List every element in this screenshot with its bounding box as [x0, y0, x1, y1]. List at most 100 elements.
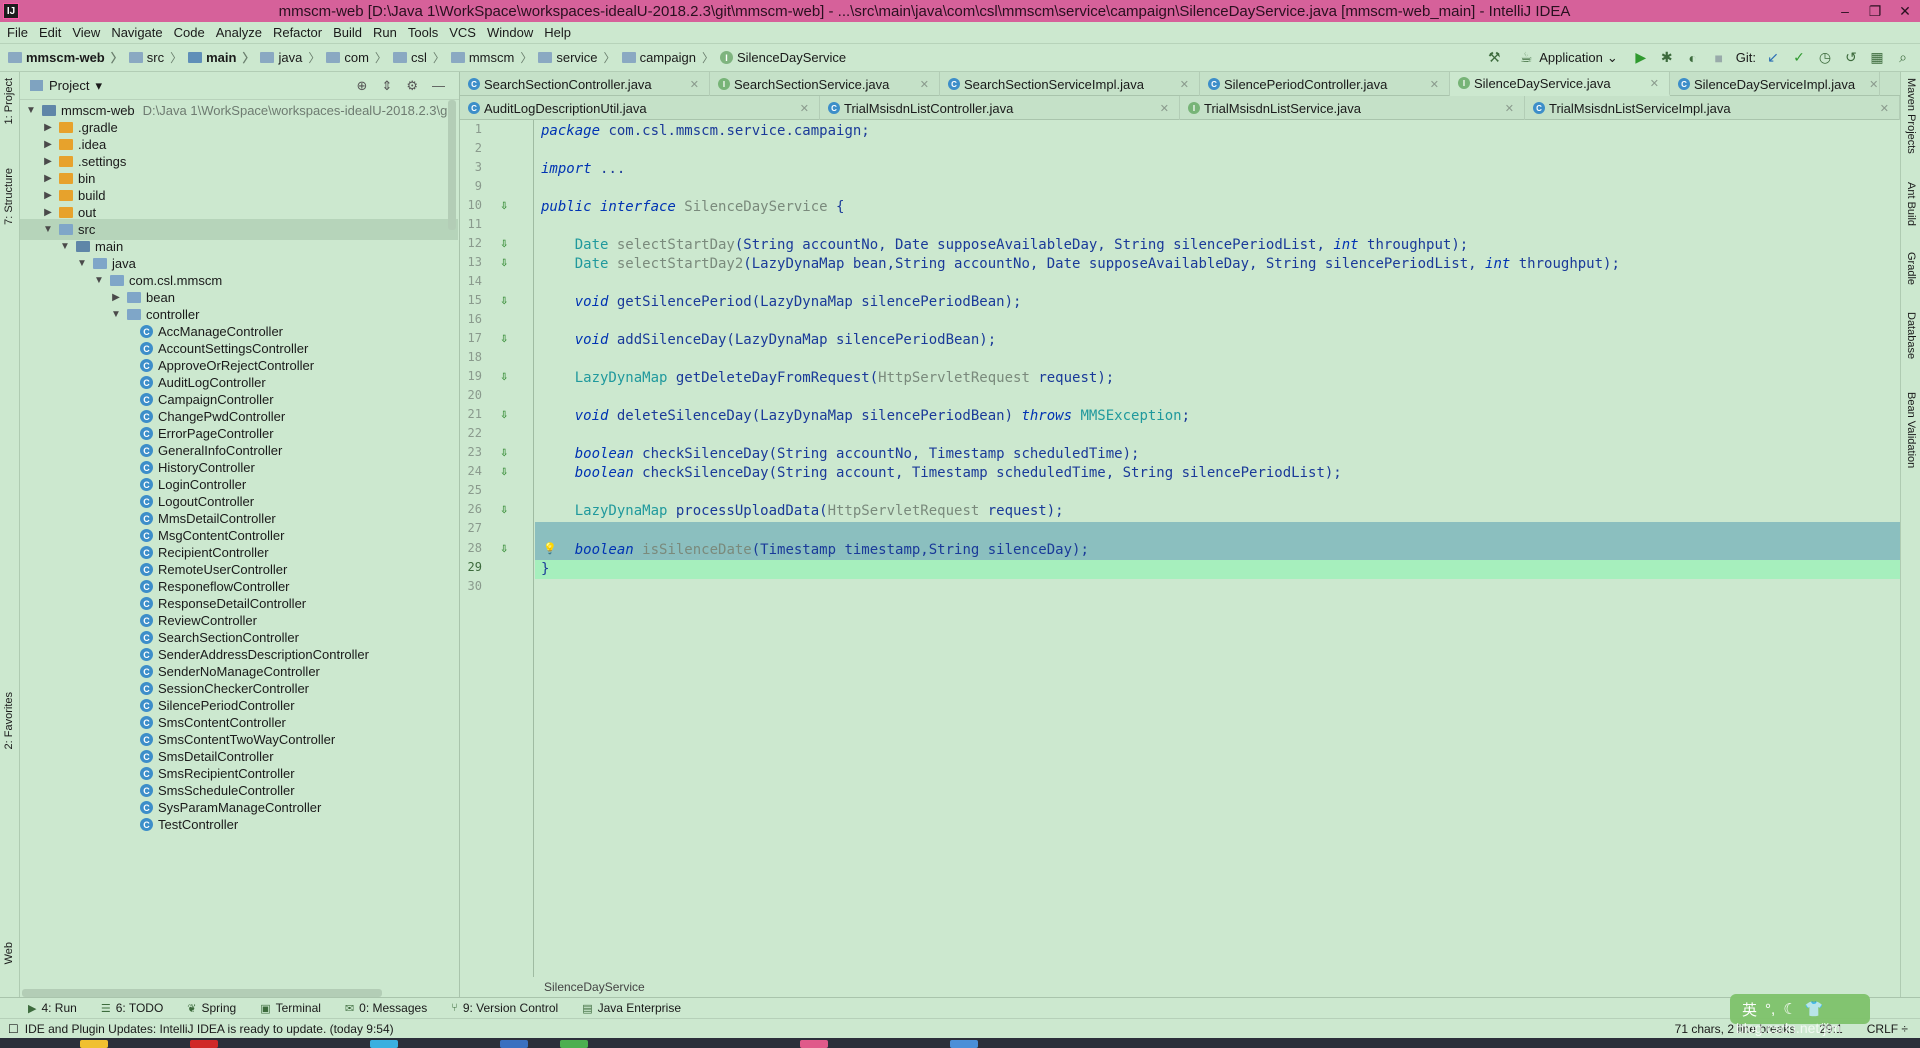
menu-navigate[interactable]: Navigate: [108, 25, 170, 40]
hide-icon[interactable]: —: [432, 78, 445, 94]
tab-silencedayservice-java[interactable]: I SilenceDayService.java ✕: [1450, 72, 1670, 96]
editor-breadcrumb-footer[interactable]: SilenceDayService: [460, 977, 1900, 997]
web-tool-button[interactable]: Web: [3, 942, 15, 964]
breadcrumb-item-csl[interactable]: csl 〉: [392, 49, 451, 66]
run-config-selector[interactable]: ☕ Application ⌄: [1511, 49, 1624, 67]
close-icon[interactable]: ✕: [906, 78, 929, 91]
tab-silencedayserviceimpl-java[interactable]: C SilenceDayServiceImpl.java ✕: [1670, 72, 1880, 96]
tab-silenceperiodcontroller-java[interactable]: C SilencePeriodController.java ✕: [1200, 72, 1450, 96]
breadcrumb-item-java[interactable]: java 〉: [260, 49, 326, 66]
restore-button[interactable]: ❐: [1860, 3, 1890, 20]
project-view-selector[interactable]: Project ▾: [30, 78, 102, 94]
right-tool-maven-projects[interactable]: Maven Projects: [1905, 78, 1917, 154]
right-tool-gradle[interactable]: Gradle: [1905, 252, 1917, 285]
code-editor[interactable]: 💡 package com.csl.mmscm.service.campaign;…: [535, 120, 1900, 977]
moon-icon[interactable]: ☾: [1783, 1000, 1796, 1018]
favorites-tool-button[interactable]: 2: Favorites: [3, 692, 15, 749]
search-icon[interactable]: ⌕: [1894, 49, 1912, 67]
close-icon[interactable]: ✕: [1866, 102, 1889, 115]
ime-punct-icon[interactable]: °,: [1765, 1001, 1775, 1018]
taskbar-app-icon[interactable]: [950, 1040, 978, 1048]
project-structure-icon[interactable]: ▦: [1868, 49, 1886, 67]
tab-searchsectionserviceimpl-java[interactable]: C SearchSectionServiceImpl.java ✕: [940, 72, 1200, 96]
chevron-down-icon[interactable]: ▼: [75, 258, 89, 269]
close-icon[interactable]: ✕: [1491, 102, 1514, 115]
menu-build[interactable]: Build: [330, 25, 370, 40]
menu-refactor[interactable]: Refactor: [270, 25, 330, 40]
collapse-all-icon[interactable]: ⇕: [381, 78, 392, 94]
menu-vcs[interactable]: VCS: [446, 25, 484, 40]
menu-tools[interactable]: Tools: [405, 25, 446, 40]
menu-analyze[interactable]: Analyze: [213, 25, 270, 40]
chevron-right-icon[interactable]: ▶: [41, 156, 55, 167]
taskbar-app-icon[interactable]: [800, 1040, 828, 1048]
tool-window-spring[interactable]: ❦ Spring: [187, 1001, 236, 1015]
revert-icon[interactable]: ↺: [1842, 49, 1860, 67]
tab-auditlogdescriptionutil-java[interactable]: C AuditLogDescriptionUtil.java ✕: [460, 96, 820, 120]
tool-window-java-enterprise[interactable]: ▤ Java Enterprise: [582, 1001, 681, 1015]
status-square-icon[interactable]: ☐: [8, 1022, 19, 1036]
tree-vertical-scrollbar[interactable]: [448, 100, 456, 230]
chevron-right-icon[interactable]: ▶: [41, 122, 55, 133]
menu-window[interactable]: Window: [484, 25, 541, 40]
build-hammer-icon[interactable]: ⚒: [1485, 49, 1503, 67]
tool-window-0-messages[interactable]: ✉ 0: Messages: [345, 1001, 427, 1015]
right-tool-database[interactable]: Database: [1905, 312, 1917, 359]
chevron-down-icon[interactable]: ▼: [58, 241, 72, 252]
tab-trialmsisdnlistcontroller-java[interactable]: C TrialMsisdnListController.java ✕: [820, 96, 1180, 120]
tab-trialmsisdnlistserviceimpl-java[interactable]: C TrialMsisdnListServiceImpl.java ✕: [1525, 96, 1900, 120]
tab-trialmsisdnlistservice-java[interactable]: I TrialMsisdnListService.java ✕: [1180, 96, 1525, 120]
breadcrumb-item-main[interactable]: main 〉: [188, 49, 260, 66]
implementation-gutter-icon[interactable]: ⇩: [500, 201, 510, 212]
menu-run[interactable]: Run: [370, 25, 405, 40]
ime-language[interactable]: 英: [1742, 999, 1757, 1020]
gear-icon[interactable]: ⚙: [406, 78, 418, 94]
close-icon[interactable]: ✕: [1416, 78, 1439, 91]
tool-window-4-run[interactable]: ▶ 4: Run: [28, 1001, 77, 1015]
taskbar-app-icon[interactable]: [80, 1040, 108, 1048]
breadcrumb-item-src[interactable]: src 〉: [128, 49, 188, 66]
implementation-gutter-icon[interactable]: ⇩: [500, 505, 510, 516]
project-tool-button[interactable]: 1: Project: [3, 78, 15, 124]
close-icon[interactable]: ✕: [1855, 78, 1878, 91]
minimize-button[interactable]: –: [1830, 3, 1860, 19]
debug-icon[interactable]: ✱: [1658, 49, 1676, 67]
tab-searchsectioncontroller-java[interactable]: C SearchSectionController.java ✕: [460, 72, 710, 96]
shirt-icon[interactable]: 👕: [1805, 1000, 1824, 1018]
taskbar-app-icon[interactable]: [370, 1040, 398, 1048]
chevron-down-icon[interactable]: ▼: [41, 224, 55, 235]
implementation-gutter-icon[interactable]: ⇩: [500, 258, 510, 269]
chevron-right-icon[interactable]: ▶: [41, 190, 55, 201]
tool-window-6-todo[interactable]: ☰ 6: TODO: [101, 1001, 163, 1015]
tree-item-testcontroller[interactable]: C TestController: [20, 814, 458, 835]
menu-view[interactable]: View: [69, 25, 108, 40]
tool-window-9-version-control[interactable]: ⑂ 9: Version Control: [451, 1001, 558, 1015]
breadcrumb-item-service[interactable]: service 〉: [538, 49, 621, 66]
history-icon[interactable]: ◷: [1816, 49, 1834, 67]
chevron-right-icon[interactable]: ▶: [109, 292, 123, 303]
close-icon[interactable]: ✕: [676, 78, 699, 91]
tool-window-terminal[interactable]: ▣ Terminal: [260, 1001, 321, 1015]
close-icon[interactable]: ✕: [1146, 102, 1169, 115]
right-tool-bean-validation[interactable]: Bean Validation: [1905, 392, 1917, 468]
run-icon[interactable]: ▶: [1632, 49, 1650, 67]
chevron-down-icon[interactable]: ▼: [92, 275, 106, 286]
taskbar-app-icon[interactable]: [190, 1040, 218, 1048]
breadcrumb-item-silencedayservice[interactable]: I SilenceDayService: [719, 50, 846, 65]
menu-code[interactable]: Code: [171, 25, 213, 40]
structure-tool-button[interactable]: 7: Structure: [3, 168, 15, 225]
chevron-down-icon[interactable]: ▼: [24, 105, 38, 116]
implementation-gutter-icon[interactable]: ⇩: [500, 239, 510, 250]
close-icon[interactable]: ✕: [786, 102, 809, 115]
coverage-icon[interactable]: ◐: [1684, 49, 1702, 67]
implementation-gutter-icon[interactable]: ⇩: [500, 296, 510, 307]
git-update-icon[interactable]: ↙: [1764, 49, 1782, 67]
implementation-gutter-icon[interactable]: ⇩: [500, 544, 510, 555]
implementation-gutter-icon[interactable]: ⇩: [500, 467, 510, 478]
menu-file[interactable]: File: [4, 25, 36, 40]
implementation-gutter-icon[interactable]: ⇩: [500, 334, 510, 345]
close-icon[interactable]: ✕: [1636, 77, 1659, 90]
chevron-right-icon[interactable]: ▶: [41, 173, 55, 184]
breadcrumb-item-mmscm[interactable]: mmscm 〉: [450, 49, 539, 66]
implementation-gutter-icon[interactable]: ⇩: [500, 372, 510, 383]
